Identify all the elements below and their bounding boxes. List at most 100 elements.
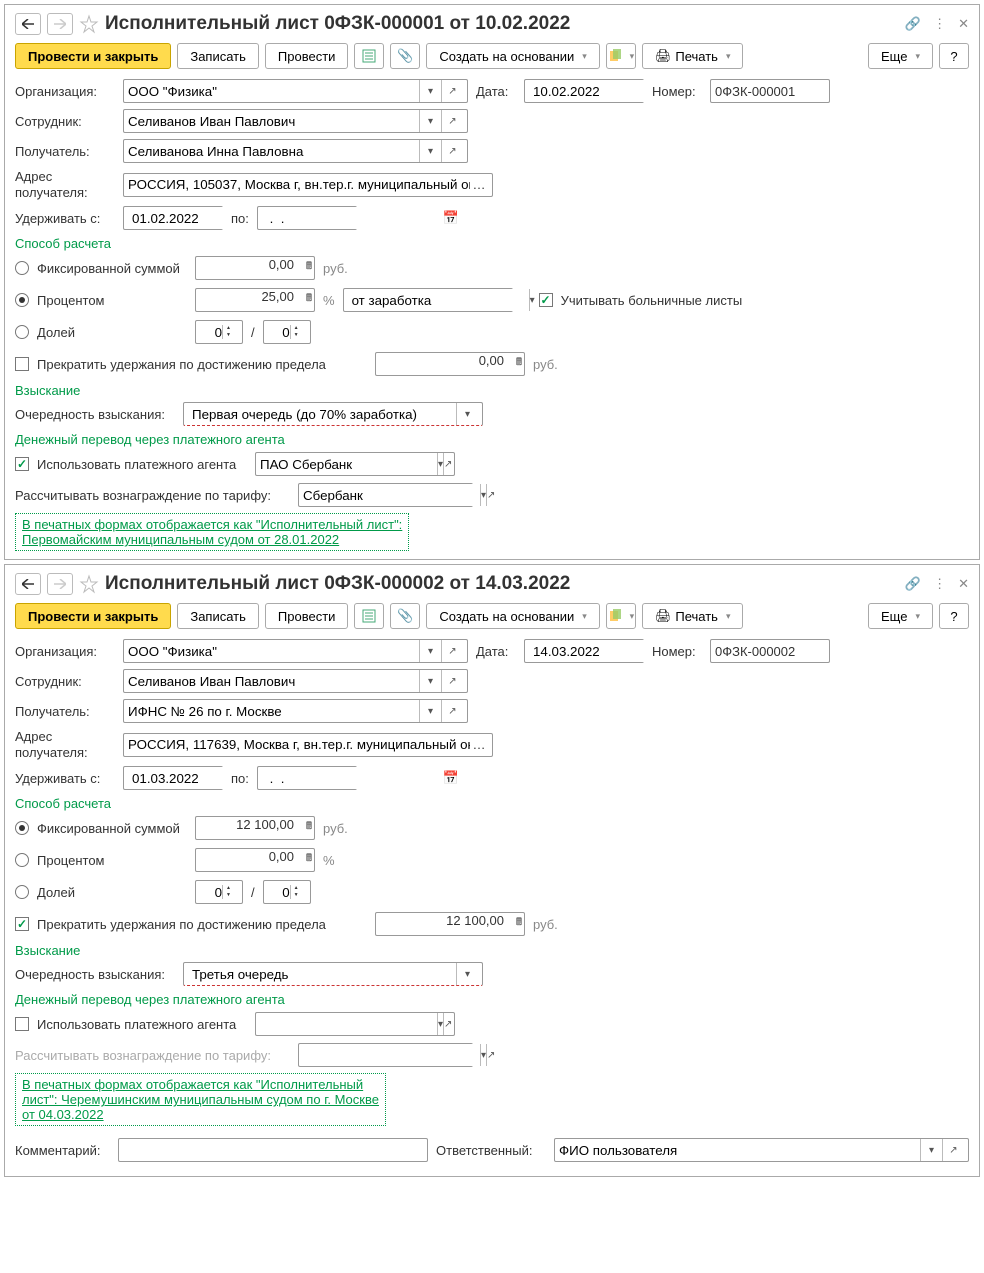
- open-icon[interactable]: ↗: [443, 453, 452, 475]
- save-button[interactable]: Записать: [177, 43, 259, 69]
- number-input[interactable]: 0ФЗК-000002: [710, 639, 830, 663]
- spin-up-icon[interactable]: ▲: [223, 885, 234, 892]
- star-icon[interactable]: [79, 14, 99, 34]
- dropdown-icon[interactable]: ▾: [419, 640, 441, 662]
- fraction-numerator[interactable]: ▲▼: [195, 320, 243, 344]
- copy-icon-button[interactable]: [606, 43, 636, 69]
- sick-leave-checkbox[interactable]: [539, 293, 553, 307]
- calculator-icon[interactable]: 🖩: [306, 851, 312, 868]
- employee-input[interactable]: ▾↗: [123, 109, 468, 133]
- print-form-link[interactable]: В печатных формах отображается как "Испо…: [15, 513, 409, 551]
- open-icon[interactable]: ↗: [441, 700, 463, 722]
- create-from-button[interactable]: Создать на основании: [426, 603, 599, 629]
- stop-limit-checkbox[interactable]: [15, 357, 29, 371]
- date-input[interactable]: 📅: [524, 639, 644, 663]
- limit-input[interactable]: 12 100,00🖩: [375, 912, 525, 936]
- address-input[interactable]: …: [123, 173, 493, 197]
- report-icon-button[interactable]: [354, 43, 384, 69]
- dropdown-icon[interactable]: ▾: [419, 140, 441, 162]
- nav-back-button[interactable]: [15, 13, 41, 35]
- dropdown-icon[interactable]: ▾: [920, 1139, 942, 1161]
- save-button[interactable]: Записать: [177, 603, 259, 629]
- post-button[interactable]: Провести: [265, 43, 349, 69]
- help-button[interactable]: ?: [939, 43, 969, 69]
- percent-input[interactable]: 0,00🖩: [195, 848, 315, 872]
- number-input[interactable]: 0ФЗК-000001: [710, 79, 830, 103]
- dropdown-icon[interactable]: ▾: [419, 670, 441, 692]
- date-input[interactable]: 📅: [524, 79, 644, 103]
- calculator-icon[interactable]: 🖩: [306, 259, 312, 276]
- fixed-sum-input[interactable]: 0,00🖩: [195, 256, 315, 280]
- fraction-denominator[interactable]: ▲▼: [263, 880, 311, 904]
- attach-icon-button[interactable]: 📎: [390, 603, 420, 629]
- fraction-radio[interactable]: [15, 325, 29, 339]
- queue-select[interactable]: ▾: [183, 962, 483, 986]
- spin-down-icon[interactable]: ▼: [291, 332, 302, 339]
- kebab-icon[interactable]: ⋮: [933, 16, 946, 32]
- nav-forward-button[interactable]: [47, 13, 73, 35]
- open-icon[interactable]: ↗: [441, 670, 463, 692]
- help-button[interactable]: ?: [939, 603, 969, 629]
- close-icon[interactable]: ✕: [958, 16, 969, 32]
- fraction-radio[interactable]: [15, 885, 29, 899]
- dropdown-icon[interactable]: ▾: [456, 963, 478, 985]
- create-from-button[interactable]: Создать на основании: [426, 43, 599, 69]
- dropdown-icon[interactable]: ▾: [529, 289, 535, 311]
- open-icon[interactable]: ↗: [486, 1044, 495, 1066]
- dropdown-icon[interactable]: ▾: [419, 700, 441, 722]
- hold-to-input[interactable]: 📅: [257, 206, 357, 230]
- copy-icon-button[interactable]: [606, 603, 636, 629]
- star-icon[interactable]: [79, 574, 99, 594]
- kebab-icon[interactable]: ⋮: [933, 576, 946, 592]
- calculator-icon[interactable]: 🖩: [306, 291, 312, 308]
- close-icon[interactable]: ✕: [958, 576, 969, 592]
- print-form-link[interactable]: В печатных формах отображается как "Испо…: [15, 1073, 386, 1126]
- ellipsis-icon[interactable]: …: [470, 177, 488, 192]
- queue-select[interactable]: ▾: [183, 402, 483, 426]
- link-icon[interactable]: 🔗: [905, 576, 921, 592]
- open-icon[interactable]: ↗: [441, 640, 463, 662]
- calculator-icon[interactable]: 🖩: [516, 915, 522, 932]
- post-button[interactable]: Провести: [265, 603, 349, 629]
- tariff-input[interactable]: ▾↗: [298, 483, 473, 507]
- stop-limit-checkbox[interactable]: [15, 917, 29, 931]
- attach-icon-button[interactable]: 📎: [390, 43, 420, 69]
- spin-down-icon[interactable]: ▼: [291, 892, 302, 899]
- print-button[interactable]: 🖨Печать: [642, 603, 744, 629]
- report-icon-button[interactable]: [354, 603, 384, 629]
- calendar-icon[interactable]: 📅: [443, 767, 459, 789]
- fixed-sum-radio[interactable]: [15, 261, 29, 275]
- print-button[interactable]: 🖨Печать: [642, 43, 744, 69]
- address-input[interactable]: …: [123, 733, 493, 757]
- fixed-sum-input[interactable]: 12 100,00🖩: [195, 816, 315, 840]
- spin-up-icon[interactable]: ▲: [291, 885, 302, 892]
- hold-to-input[interactable]: 📅: [257, 766, 357, 790]
- hold-from-input[interactable]: 📅: [123, 206, 223, 230]
- calculator-icon[interactable]: 🖩: [516, 355, 522, 372]
- from-earnings-select[interactable]: ▾: [343, 288, 513, 312]
- spin-up-icon[interactable]: ▲: [223, 325, 234, 332]
- open-icon[interactable]: ↗: [441, 110, 463, 132]
- hold-from-input[interactable]: 📅: [123, 766, 223, 790]
- agent-input[interactable]: ▾↗: [255, 452, 455, 476]
- nav-forward-button[interactable]: [47, 573, 73, 595]
- calculator-icon[interactable]: 🖩: [306, 819, 312, 836]
- fraction-numerator[interactable]: ▲▼: [195, 880, 243, 904]
- comment-input[interactable]: [118, 1138, 428, 1162]
- percent-radio[interactable]: [15, 853, 29, 867]
- open-icon[interactable]: ↗: [486, 484, 495, 506]
- recipient-input[interactable]: ▾↗: [123, 139, 468, 163]
- fraction-denominator[interactable]: ▲▼: [263, 320, 311, 344]
- percent-input[interactable]: 25,00🖩: [195, 288, 315, 312]
- calendar-icon[interactable]: 📅: [443, 207, 459, 229]
- spin-up-icon[interactable]: ▲: [291, 325, 302, 332]
- post-close-button[interactable]: Провести и закрыть: [15, 603, 171, 629]
- percent-radio[interactable]: [15, 293, 29, 307]
- nav-back-button[interactable]: [15, 573, 41, 595]
- dropdown-icon[interactable]: ▾: [456, 403, 478, 425]
- use-agent-checkbox[interactable]: [15, 1017, 29, 1031]
- dropdown-icon[interactable]: ▾: [419, 80, 441, 102]
- agent-input[interactable]: ▾↗: [255, 1012, 455, 1036]
- more-button[interactable]: Еще: [868, 43, 933, 69]
- fixed-sum-radio[interactable]: [15, 821, 29, 835]
